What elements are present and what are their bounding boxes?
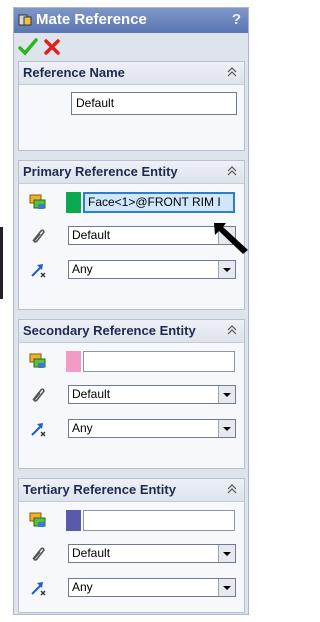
collapse-chevron-icon[interactable] xyxy=(226,483,238,495)
reference-name-row: Default xyxy=(19,89,244,115)
tertiary-reference-group: Tertiary Reference Entity Default Any xyxy=(18,478,245,613)
entity-selection-icon xyxy=(29,353,46,368)
help-icon[interactable]: ? xyxy=(232,11,241,28)
tertiary-alignment-select[interactable]: Any xyxy=(68,578,236,597)
dropdown-arrow-icon[interactable] xyxy=(218,420,235,437)
secondary-entity-row xyxy=(19,348,244,374)
mate-clip-icon xyxy=(32,388,45,402)
collapse-chevron-icon[interactable] xyxy=(226,324,238,336)
secondary-reference-group: Secondary Reference Entity Default Any xyxy=(18,319,245,469)
tertiary-alignment-row: Any xyxy=(19,575,244,601)
title-bar: Mate Reference ? xyxy=(14,8,248,33)
mate-reference-icon xyxy=(18,14,32,26)
dropdown-arrow-icon[interactable] xyxy=(218,545,235,562)
ok-check-icon[interactable] xyxy=(18,37,38,57)
tertiary-reference-title: Tertiary Reference Entity xyxy=(23,482,176,497)
secondary-color-swatch xyxy=(66,351,81,372)
primary-mate-type-row: Default xyxy=(19,223,244,249)
secondary-reference-title: Secondary Reference Entity xyxy=(23,323,196,338)
mate-reference-panel: Mate Reference ? Reference Name Default … xyxy=(13,7,249,615)
secondary-mate-type-value: Default xyxy=(72,387,111,401)
reference-name-header[interactable]: Reference Name xyxy=(19,62,244,85)
tertiary-mate-type-select[interactable]: Default xyxy=(68,544,236,563)
panel-title: Mate Reference xyxy=(36,11,147,28)
dropdown-arrow-icon[interactable] xyxy=(218,261,235,278)
secondary-reference-header[interactable]: Secondary Reference Entity xyxy=(19,320,244,343)
tertiary-selection-field[interactable] xyxy=(83,510,235,531)
primary-selection-field[interactable]: Face<1>@FRONT RIM I xyxy=(83,192,235,213)
alignment-arrow-icon xyxy=(31,582,46,596)
primary-alignment-row: Any xyxy=(19,257,244,283)
alignment-arrow-icon xyxy=(31,264,46,278)
primary-alignment-select[interactable]: Any xyxy=(68,260,236,279)
entity-selection-icon xyxy=(29,194,46,209)
dropdown-arrow-icon[interactable] xyxy=(218,386,235,403)
tertiary-color-swatch xyxy=(66,510,81,531)
cancel-x-icon[interactable] xyxy=(42,37,62,57)
mate-clip-icon xyxy=(32,547,45,561)
primary-color-swatch xyxy=(66,192,81,213)
tertiary-reference-header[interactable]: Tertiary Reference Entity xyxy=(19,479,244,502)
primary-mate-type-value: Default xyxy=(72,228,111,242)
edge-marker xyxy=(0,227,3,299)
alignment-arrow-icon xyxy=(31,423,46,437)
pointer-arrow-icon xyxy=(214,223,248,254)
collapse-chevron-icon[interactable] xyxy=(226,165,238,177)
primary-mate-type-select[interactable]: Default xyxy=(68,226,236,245)
dropdown-arrow-icon[interactable] xyxy=(218,579,235,596)
secondary-mate-type-row: Default xyxy=(19,382,244,408)
primary-reference-title: Primary Reference Entity xyxy=(23,164,178,179)
secondary-selection-field[interactable] xyxy=(83,351,235,372)
primary-reference-header[interactable]: Primary Reference Entity xyxy=(19,161,244,184)
primary-entity-row: Face<1>@FRONT RIM I xyxy=(19,189,244,215)
ok-cancel-bar xyxy=(14,33,248,61)
tertiary-mate-type-row: Default xyxy=(19,541,244,567)
reference-name-title: Reference Name xyxy=(23,65,125,80)
collapse-chevron-icon[interactable] xyxy=(226,66,238,78)
tertiary-entity-row xyxy=(19,507,244,533)
tertiary-mate-type-value: Default xyxy=(72,546,111,560)
secondary-alignment-value: Any xyxy=(72,421,93,435)
secondary-alignment-row: Any xyxy=(19,416,244,442)
primary-alignment-value: Any xyxy=(72,262,93,276)
reference-name-group: Reference Name Default xyxy=(18,61,245,151)
reference-name-input[interactable]: Default xyxy=(71,92,237,115)
primary-reference-group: Primary Reference Entity Face<1>@FRONT R… xyxy=(18,160,245,310)
entity-selection-icon xyxy=(29,512,46,527)
mate-clip-icon xyxy=(32,229,45,243)
tertiary-alignment-value: Any xyxy=(72,580,93,594)
secondary-alignment-select[interactable]: Any xyxy=(68,419,236,438)
secondary-mate-type-select[interactable]: Default xyxy=(68,385,236,404)
